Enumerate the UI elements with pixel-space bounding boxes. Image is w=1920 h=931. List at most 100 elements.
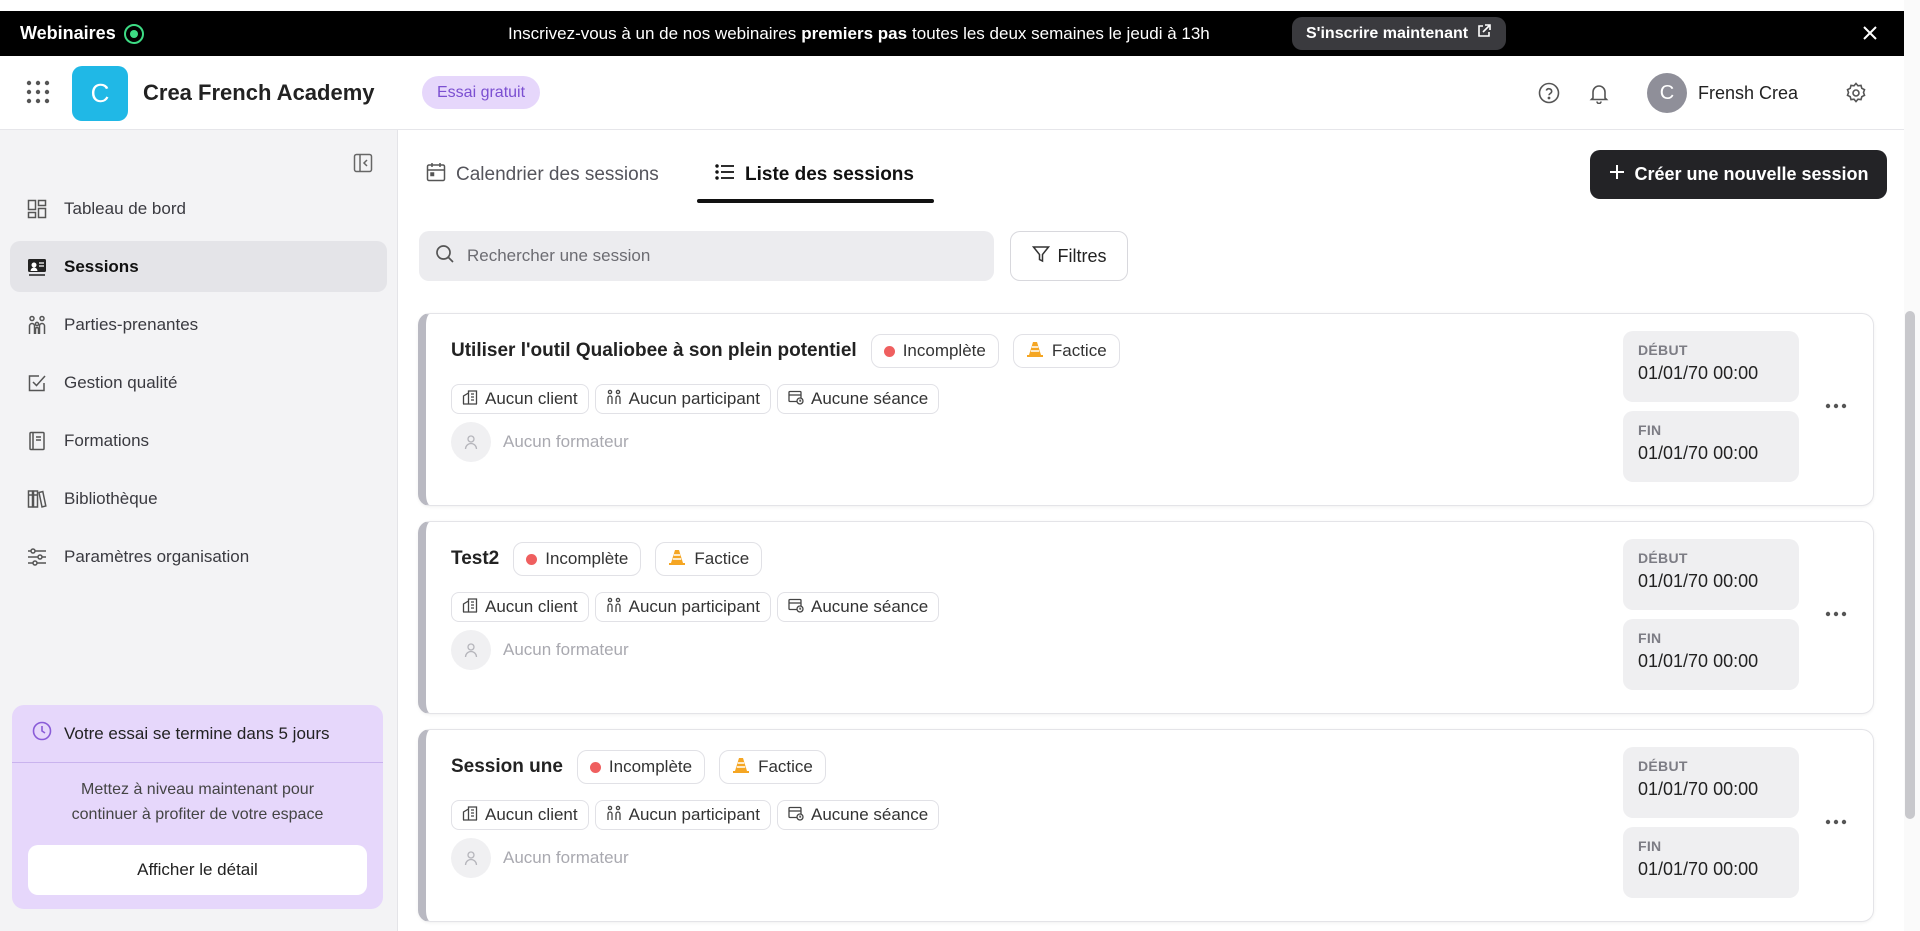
client-tag[interactable]: Aucun client <box>451 592 589 622</box>
building-icon <box>462 597 478 618</box>
calendar-icon <box>426 162 446 188</box>
search-input[interactable] <box>467 246 967 266</box>
seances-tag[interactable]: Aucune séance <box>777 592 940 622</box>
trainer-row[interactable]: Aucun formateur <box>451 838 629 878</box>
dashboard-icon <box>26 198 48 220</box>
tab-label: Calendrier des sessions <box>456 164 659 185</box>
main-content: Calendrier des sessions Liste des sessio… <box>399 130 1904 931</box>
trial-ending-line2: continuer à profiter de votre espace <box>71 806 324 823</box>
seances-tag[interactable]: Aucune séance <box>777 800 940 830</box>
type-label: Factice <box>1051 341 1107 360</box>
session-list: Utiliser l'outil Qualiobee à son plein p… <box>418 313 1874 931</box>
close-icon[interactable] <box>1858 21 1882 45</box>
sidebar-item-gestion-qualite[interactable]: Gestion qualité <box>10 357 387 408</box>
scrollbar-thumb[interactable] <box>1905 311 1915 819</box>
end-date-label: FIN <box>1638 838 1662 854</box>
seances-tag[interactable]: Aucune séance <box>777 384 940 414</box>
org-logo[interactable]: C <box>72 66 128 121</box>
search-icon <box>435 244 455 269</box>
session-meta-row: Aucun client Aucun participant Aucune sé… <box>451 800 940 830</box>
help-icon[interactable] <box>1536 80 1562 106</box>
trial-ending-header: Votre essai se termine dans 5 jours <box>12 705 383 763</box>
end-date-box: FIN 01/01/70 00:00 <box>1623 827 1799 898</box>
tab-calendrier[interactable]: Calendrier des sessions <box>426 154 659 196</box>
sliders-icon <box>26 546 48 568</box>
sidebar-item-label: Formations <box>64 430 150 450</box>
filters-button[interactable]: Filtres <box>1010 231 1128 281</box>
trainer-row[interactable]: Aucun formateur <box>451 630 629 670</box>
type-badge: Factice <box>719 750 826 784</box>
status-dot-icon <box>883 345 895 357</box>
type-label: Factice <box>758 757 813 776</box>
sidebar: Tableau de bord Sessions Parties-prenant… <box>0 130 398 931</box>
calendar-clock-icon <box>788 389 804 410</box>
participants-tag[interactable]: Aucun participant <box>594 592 771 622</box>
end-date-value: 01/01/70 00:00 <box>1638 859 1759 879</box>
more-options-icon[interactable] <box>1821 812 1851 832</box>
end-date-label: FIN <box>1638 630 1662 646</box>
client-tag[interactable]: Aucun client <box>451 384 589 414</box>
session-title[interactable]: Utiliser l'outil Qualiobee à son plein p… <box>451 340 857 362</box>
status-label: Incomplète <box>608 757 693 776</box>
sidebar-item-label: Sessions <box>64 256 139 276</box>
more-options-icon[interactable] <box>1821 604 1851 624</box>
participants-tag[interactable]: Aucun participant <box>594 800 771 830</box>
register-now-button[interactable]: S'inscrire maintenant <box>1292 17 1507 50</box>
status-label: Incomplète <box>545 549 629 568</box>
register-now-label: S'inscrire maintenant <box>1306 24 1469 42</box>
session-title[interactable]: Test2 <box>451 548 499 570</box>
client-label: Aucun client <box>485 597 578 616</box>
create-session-label: Créer une nouvelle session <box>1634 164 1869 184</box>
sidebar-item-formations[interactable]: Formations <box>10 415 387 466</box>
live-dot-icon <box>123 23 144 44</box>
sidebar-item-tableau-de-bord[interactable]: Tableau de bord <box>10 183 387 234</box>
user-avatar[interactable]: C <box>1647 73 1687 113</box>
user-name[interactable]: Frensh Crea <box>1698 83 1798 104</box>
collapse-sidebar-icon[interactable] <box>353 153 375 175</box>
status-label: Incomplète <box>902 341 986 360</box>
people-icon <box>606 597 622 618</box>
participants-label: Aucun participant <box>628 389 760 408</box>
type-badge: Factice <box>655 542 763 576</box>
banner-brand-label: Webinaires <box>20 23 116 43</box>
more-options-icon[interactable] <box>1821 396 1851 416</box>
sidebar-item-parametres-organisation[interactable]: Paramètres organisation <box>10 531 387 582</box>
session-title[interactable]: Session une <box>451 756 563 778</box>
sidebar-item-parties-prenantes[interactable]: Parties-prenantes <box>10 299 387 350</box>
gear-icon[interactable] <box>1843 80 1869 106</box>
seances-label: Aucune séance <box>811 389 929 408</box>
sidebar-item-bibliotheque[interactable]: Bibliothèque <box>10 473 387 524</box>
participants-label: Aucun participant <box>628 805 760 824</box>
user-placeholder-icon <box>451 422 491 462</box>
session-meta-row: Aucun client Aucun participant Aucune sé… <box>451 592 940 622</box>
apps-grid-icon[interactable] <box>26 80 50 104</box>
banner-brand: Webinaires <box>20 11 144 56</box>
tab-liste[interactable]: Liste des sessions <box>715 154 914 196</box>
org-name[interactable]: Crea French Academy <box>143 80 375 106</box>
calendar-clock-icon <box>788 805 804 826</box>
trainer-label: Aucun formateur <box>503 432 629 451</box>
create-session-button[interactable]: Créer une nouvelle session <box>1590 150 1887 199</box>
session-card[interactable]: Test2 Incomplète Factice Aucun client Au… <box>418 521 1874 714</box>
clock-icon <box>32 721 52 746</box>
session-title-row: Utiliser l'outil Qualiobee à son plein p… <box>451 334 1120 368</box>
trainer-label: Aucun formateur <box>503 848 629 867</box>
participants-tag[interactable]: Aucun participant <box>594 384 771 414</box>
start-date-box: DÉBUT 01/01/70 00:00 <box>1623 539 1799 610</box>
banner-message-post: toutes les deux semaines le jeudi à 13h <box>912 23 1210 43</box>
search-box[interactable] <box>419 231 994 281</box>
sidebar-item-sessions[interactable]: Sessions <box>10 241 387 292</box>
bell-icon[interactable] <box>1586 80 1612 106</box>
trainer-label: Aucun formateur <box>503 640 629 659</box>
people-icon <box>26 314 48 336</box>
tab-label: Liste des sessions <box>745 164 914 185</box>
status-dot-icon <box>526 553 538 565</box>
end-date-label: FIN <box>1638 422 1662 438</box>
app-header: C Crea French Academy Essai gratuit C Fr… <box>0 56 1904 130</box>
session-meta-row: Aucun client Aucun participant Aucune sé… <box>451 384 940 414</box>
session-card[interactable]: Session une Incomplète Factice Aucun cli… <box>418 729 1874 922</box>
show-details-button[interactable]: Afficher le détail <box>28 845 367 895</box>
trainer-row[interactable]: Aucun formateur <box>451 422 629 462</box>
client-tag[interactable]: Aucun client <box>451 800 589 830</box>
session-card[interactable]: Utiliser l'outil Qualiobee à son plein p… <box>418 313 1874 506</box>
